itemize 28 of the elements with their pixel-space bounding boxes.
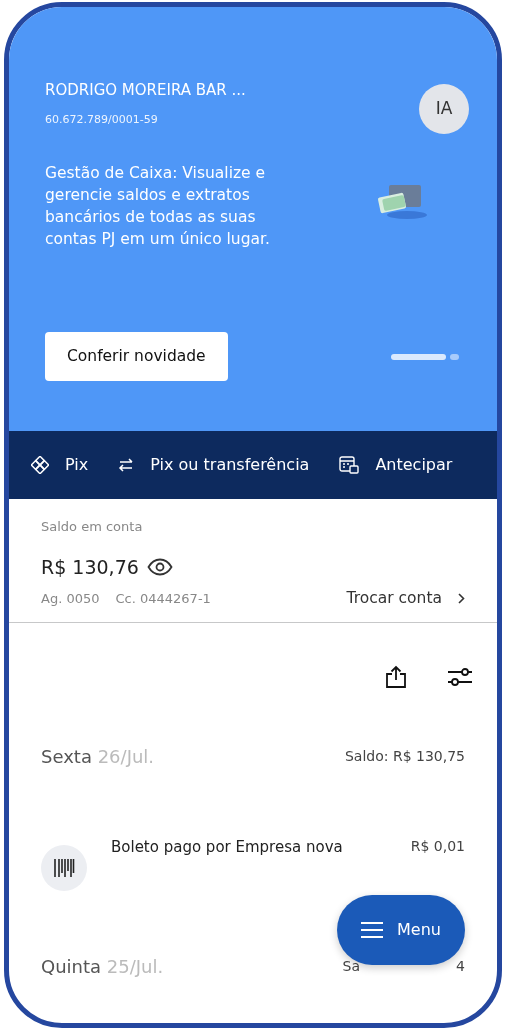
transaction-description: Boleto pago por Empresa nova <box>111 837 344 859</box>
pix-icon <box>31 456 49 474</box>
share-icon[interactable] <box>385 665 407 690</box>
action-link[interactable]: Pix ou transferência <box>150 453 310 477</box>
day-balance: Saldo: R$ 130,75 <box>344 747 465 767</box>
menu-icon <box>361 922 384 938</box>
calendar-icon <box>339 456 360 474</box>
agency-number: Ag. 0050 <box>41 589 100 608</box>
switch-account-link[interactable]: Trocar conta <box>346 587 442 611</box>
banner-text: Gestão de Caixa: Visualize e gerencie saldos e extratos bancários de todas as suas contas PJ em um único lugar. <box>45 163 271 250</box>
avatar[interactable]: IA <box>419 84 469 134</box>
action-link[interactable]: Pix <box>65 453 89 477</box>
cash-icon <box>377 183 429 221</box>
chevron-icon[interactable] <box>458 593 465 605</box>
company-name: RODRIGO MOREIRA BAR ... <box>45 80 246 101</box>
day-heading: Sexta 26/Jul. <box>41 745 155 770</box>
balance-amount: R$ 130,76 <box>41 554 139 580</box>
filter-icon[interactable] <box>447 667 473 688</box>
news-button[interactable]: Conferir novidade <box>45 332 228 382</box>
balance-label: Saldo em conta <box>41 518 144 536</box>
account-number: Cc. 0444267-1 <box>115 589 211 608</box>
company-id: 60.672.789/0001-59 <box>45 111 159 128</box>
day-heading: Quinta 25/Jul. <box>41 955 164 980</box>
barcode-icon <box>41 845 87 892</box>
arrows-icon <box>118 458 135 472</box>
action-link[interactable]: Antecipar <box>375 453 453 477</box>
transaction-amount: R$ 0,01 <box>410 837 465 857</box>
eye-icon[interactable] <box>146 557 173 576</box>
